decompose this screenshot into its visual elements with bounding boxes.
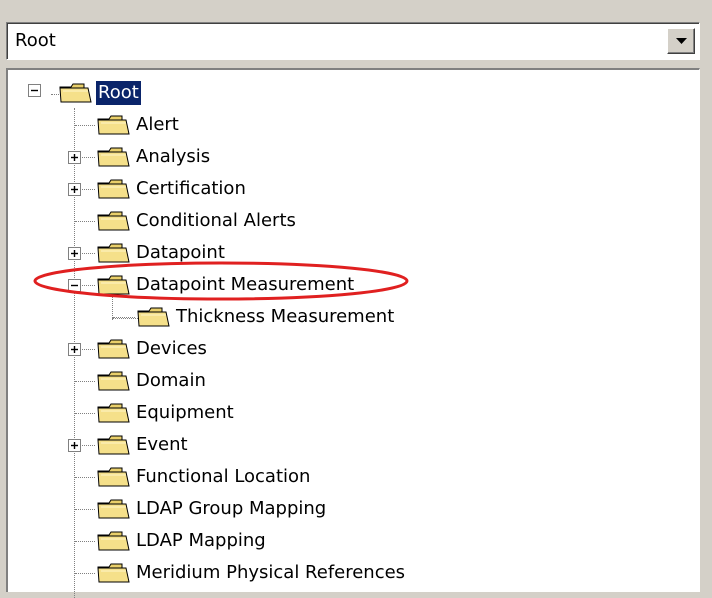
- tree-node[interactable]: Meridium Physical References: [96, 560, 407, 586]
- tree-node[interactable]: Analysis: [96, 144, 212, 170]
- annotation-ellipse: [33, 261, 409, 301]
- tree-node-label: Functional Location: [136, 466, 311, 487]
- tree-node-label: Meridium Physical References: [136, 562, 406, 583]
- tree-node[interactable]: Domain: [96, 368, 208, 394]
- dropdown-value: Root: [15, 30, 56, 51]
- tree-node[interactable]: Equipment: [96, 400, 236, 426]
- folder-icon: [97, 211, 130, 231]
- folder-icon: [97, 531, 130, 551]
- tree-collapse-icon[interactable]: [28, 84, 41, 97]
- tree-node-label: Thickness Measurement: [176, 306, 395, 327]
- tree-node-label: LDAP Group Mapping: [136, 498, 327, 519]
- tree-node-label: Equipment: [136, 402, 234, 423]
- tree-node-root[interactable]: Root: [58, 80, 141, 106]
- tree-node-label: Certification: [136, 178, 246, 199]
- tree-node-label: Event: [136, 434, 188, 455]
- folder-icon: [59, 83, 92, 103]
- tree-expand-icon[interactable]: [68, 183, 81, 196]
- folder-icon: [97, 403, 130, 423]
- tree-node-label: Analysis: [136, 146, 211, 167]
- chevron-down-icon: [676, 38, 687, 44]
- folder-icon: [97, 371, 130, 391]
- folder-icon: [97, 563, 130, 583]
- folder-icon: [97, 499, 130, 519]
- tree-node[interactable]: Event: [96, 432, 190, 458]
- folder-icon: [97, 179, 130, 199]
- root-dropdown[interactable]: Root: [6, 22, 700, 60]
- tree-node[interactable]: LDAP Group Mapping: [96, 496, 328, 522]
- tree-node-label: LDAP Mapping: [136, 530, 266, 551]
- tree-panel[interactable]: Root Alert Analysis Certification Condition…: [6, 68, 700, 598]
- dropdown-button[interactable]: [667, 28, 695, 54]
- tree-node[interactable]: Devices: [96, 336, 209, 362]
- tree-node-label: Root: [96, 81, 141, 105]
- tree-expand-icon[interactable]: [68, 151, 81, 164]
- tree-expand-icon[interactable]: [68, 343, 81, 356]
- tree-node[interactable]: LDAP Mapping: [96, 528, 268, 554]
- tree-node-label: Domain: [136, 370, 206, 391]
- tree-node-label: Alert: [136, 114, 179, 135]
- tree-node-label: Devices: [136, 338, 207, 359]
- folder-icon: [97, 467, 130, 487]
- tree-node[interactable]: Certification: [96, 176, 248, 202]
- folder-icon: [137, 307, 170, 327]
- tree-node[interactable]: Thickness Measurement: [136, 304, 396, 330]
- tree-node[interactable]: Functional Location: [96, 464, 312, 490]
- folder-icon: [97, 339, 130, 359]
- tree-node[interactable]: Alert: [96, 112, 181, 138]
- folder-icon: [97, 435, 130, 455]
- folder-icon: [97, 147, 130, 167]
- tree-node[interactable]: Conditional Alerts: [96, 208, 298, 234]
- tree-expand-icon[interactable]: [68, 439, 81, 452]
- tree-node-label: Conditional Alerts: [136, 210, 296, 231]
- folder-icon: [97, 115, 130, 135]
